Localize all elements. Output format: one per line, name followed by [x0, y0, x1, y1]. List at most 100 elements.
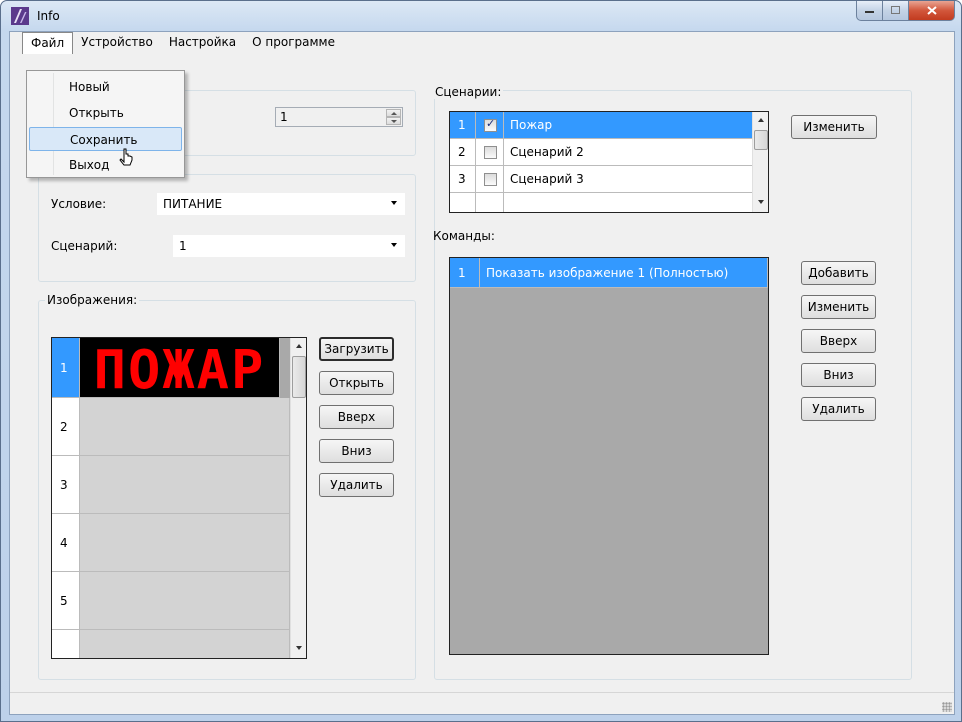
image-cell	[80, 514, 290, 572]
scenario-name: Пожар	[504, 112, 768, 139]
row-header: 1	[450, 112, 476, 139]
maximize-icon	[890, 6, 900, 14]
image-cell-fire: ПОЖАР	[80, 338, 280, 398]
menu-file[interactable]: Файл	[22, 32, 74, 54]
delete-command-button[interactable]: Удалить	[801, 397, 876, 421]
device-spinner-value: 1	[280, 110, 288, 124]
image-cell	[80, 398, 290, 456]
scenario-row[interactable]: 3 Сценарий 3	[450, 166, 768, 193]
close-icon	[926, 6, 937, 15]
images-scrollbar[interactable]	[290, 338, 306, 658]
scenario-check-cell[interactable]	[476, 139, 504, 166]
scenario-name: Сценарий 2	[504, 139, 768, 166]
row-header: 1	[450, 258, 480, 288]
scenario-row[interactable]	[450, 193, 768, 212]
menu-about[interactable]: О программе	[244, 32, 343, 54]
chevron-down-icon	[391, 201, 397, 205]
row-header: 1	[52, 338, 80, 398]
menu-open[interactable]: Открыть	[29, 101, 182, 125]
condition-combo[interactable]: ПИТАНИЕ	[157, 193, 405, 215]
row-header: 5	[52, 572, 80, 630]
condition-label: Условие:	[51, 197, 107, 211]
scroll-down-icon[interactable]	[753, 194, 768, 211]
scenario-row[interactable]: 2 Сценарий 2	[450, 139, 768, 166]
row-header	[52, 630, 80, 658]
move-up-image-button[interactable]: Вверх	[319, 405, 394, 429]
images-title: Изображения:	[45, 293, 140, 307]
chevron-down-icon	[391, 243, 397, 247]
checkbox-checked[interactable]	[484, 117, 497, 132]
client-area: Файл Устройство Настройка О программе 1 …	[9, 31, 955, 715]
edit-command-button[interactable]: Изменить	[801, 295, 876, 319]
scenario-check-cell[interactable]	[476, 193, 504, 212]
led-text: ПОЖАР	[94, 338, 266, 398]
image-row[interactable]: 1 ПОЖАР	[52, 338, 280, 398]
minimize-icon	[864, 10, 874, 13]
move-up-command-button[interactable]: Вверх	[801, 329, 876, 353]
row-header: 3	[52, 456, 80, 514]
move-down-image-button[interactable]: Вниз	[319, 439, 394, 463]
device-spinner[interactable]: 1	[275, 107, 403, 127]
menu-exit[interactable]: Выход	[29, 153, 182, 177]
close-button[interactable]	[909, 1, 955, 21]
delete-image-button[interactable]: Удалить	[319, 473, 394, 497]
commands-grid[interactable]: 1 Показать изображение 1 (Полностью)	[449, 257, 769, 655]
scroll-up-icon[interactable]	[753, 112, 768, 129]
row-header: 2	[52, 398, 80, 456]
scenarios-grid[interactable]: 1 Пожар 2 Сценарий 2 3	[449, 111, 769, 213]
image-cell	[80, 456, 290, 514]
scenarios-title: Сценарии:	[433, 85, 504, 99]
minimize-button[interactable]	[856, 1, 883, 21]
window-controls	[856, 1, 955, 21]
image-row[interactable]: 5	[52, 572, 290, 630]
condition-group: Условие: ПИТАНИЕ Сценарий: 1	[38, 174, 416, 282]
scroll-thumb[interactable]	[754, 130, 768, 150]
checkbox[interactable]	[484, 172, 497, 186]
load-image-button[interactable]: Загрузить	[319, 337, 394, 361]
spin-down-button[interactable]	[386, 117, 401, 125]
row-header: 3	[450, 166, 476, 193]
scenario-row[interactable]: 1 Пожар	[450, 112, 768, 139]
scenarios-scrollbar[interactable]	[752, 112, 768, 212]
app-window: Info Файл Устройство Настройка О програм…	[0, 0, 962, 722]
checkbox[interactable]	[484, 145, 497, 159]
image-row[interactable]: 2	[52, 398, 290, 456]
scenario-check-cell[interactable]	[476, 166, 504, 193]
image-row[interactable]: 3	[52, 456, 290, 514]
image-row[interactable]: 4	[52, 514, 290, 572]
images-group: Изображения: 1 ПОЖАР 2 3 4 5 Загрузить О…	[38, 293, 416, 680]
menu-new[interactable]: Новый	[29, 75, 182, 99]
scroll-up-icon[interactable]	[291, 338, 306, 355]
menu-device[interactable]: Устройство	[73, 32, 161, 54]
commands-title: Команды:	[433, 229, 495, 243]
scenarios-group: Сценарии: 1 Пожар 2 Сценарий 2	[433, 85, 912, 680]
menu-save[interactable]: Сохранить	[29, 127, 182, 151]
scroll-thumb[interactable]	[292, 356, 306, 398]
scenario-combo[interactable]: 1	[173, 235, 405, 257]
image-row[interactable]	[52, 630, 290, 658]
row-header	[450, 193, 476, 212]
edit-scenario-button[interactable]: Изменить	[791, 115, 877, 139]
resize-grip-icon[interactable]	[942, 702, 952, 712]
scenario-combo-value: 1	[179, 239, 187, 253]
window-title: Info	[37, 9, 60, 23]
scenario-label: Сценарий:	[51, 239, 118, 253]
title-bar[interactable]: Info	[1, 1, 961, 31]
scenario-check-cell[interactable]	[476, 112, 504, 139]
file-menu-dropdown: Новый Открыть Сохранить Выход	[26, 70, 185, 178]
scenario-name	[504, 193, 768, 212]
status-bar	[10, 692, 954, 714]
maximize-button[interactable]	[883, 1, 909, 21]
image-cell	[80, 630, 290, 658]
menu-settings[interactable]: Настройка	[161, 32, 244, 54]
scroll-down-icon[interactable]	[291, 640, 306, 657]
move-down-command-button[interactable]: Вниз	[801, 363, 876, 387]
image-cell	[80, 572, 290, 630]
add-command-button[interactable]: Добавить	[801, 261, 876, 285]
images-grid[interactable]: 1 ПОЖАР 2 3 4 5	[51, 337, 307, 659]
command-row[interactable]: 1 Показать изображение 1 (Полностью)	[450, 258, 768, 288]
menu-bar: Файл Устройство Настройка О программе	[10, 32, 954, 54]
open-image-button[interactable]: Открыть	[319, 371, 394, 395]
condition-combo-value: ПИТАНИЕ	[163, 197, 223, 211]
spin-up-button[interactable]	[386, 109, 401, 117]
